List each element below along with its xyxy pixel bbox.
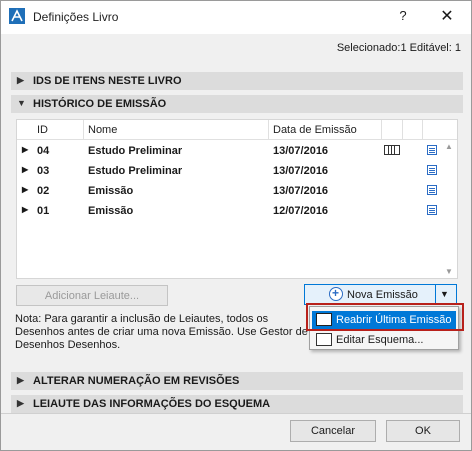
note-text: Nota: Para garantir a inclusão de Leiaut…	[15, 313, 308, 351]
section-numeracao-label: ALTERAR NUMERAÇÃO EM REVISÕES	[33, 375, 240, 387]
archicad-app-icon	[9, 8, 25, 24]
issue-document-icon[interactable]	[427, 165, 437, 175]
row-name: Emissão	[88, 205, 134, 217]
title-bar: Definições Livro ? ✕	[1, 1, 471, 34]
expanded-triangle-icon: ▼	[17, 98, 26, 108]
row-id: 01	[37, 205, 50, 217]
add-layout-button[interactable]: Adicionar Leiaute...	[16, 285, 168, 306]
highlight-box	[306, 303, 464, 331]
table-row[interactable]: ▶ 03 Estudo Preliminar 13/07/2016	[17, 161, 441, 181]
selection-info: Selecionado:1 Editável: 1	[336, 42, 461, 54]
edit-scheme-icon	[316, 333, 332, 346]
issue-document-icon[interactable]	[427, 185, 437, 195]
collapsed-triangle-icon: ▶	[17, 398, 24, 408]
row-id: 02	[37, 185, 50, 197]
column-divider	[422, 120, 423, 140]
row-expand-icon[interactable]: ▶	[22, 185, 28, 194]
table-row[interactable]: ▶ 04 Estudo Preliminar 13/07/2016	[17, 141, 441, 161]
new-issue-label: Nova Emissão	[347, 289, 418, 301]
scroll-up-icon[interactable]: ▲	[445, 142, 453, 151]
section-numeracao-header[interactable]: ▶ ALTERAR NUMERAÇÃO EM REVISÕES	[11, 372, 463, 390]
column-divider	[381, 120, 382, 140]
row-date: 12/07/2016	[273, 205, 329, 217]
new-issue-icon	[329, 286, 343, 301]
scroll-down-icon[interactable]: ▼	[445, 267, 453, 276]
table-row[interactable]: ▶ 02 Emissão 13/07/2016	[17, 181, 441, 201]
collapsed-triangle-icon: ▶	[17, 75, 24, 85]
row-name: Emissão	[88, 185, 134, 197]
column-header-id[interactable]: ID	[37, 124, 48, 136]
row-expand-icon[interactable]: ▶	[22, 205, 28, 214]
section-ids-header[interactable]: ▶ IDS DE ITENS NESTE LIVRO	[11, 72, 463, 90]
row-expand-icon[interactable]: ▶	[22, 145, 28, 154]
close-button[interactable]: ✕	[435, 6, 459, 28]
column-header-date[interactable]: Data de Emissão	[273, 124, 357, 136]
section-historico-header[interactable]: ▼ HISTÓRICO DE EMISSÃO	[11, 95, 463, 113]
row-date: 13/07/2016	[273, 165, 329, 177]
new-issue-split-button[interactable]: Nova Emissão ▼	[304, 284, 457, 305]
section-historico-label: HISTÓRICO DE EMISSÃO	[33, 98, 167, 110]
layout-book-icon	[384, 145, 400, 155]
column-divider	[402, 120, 403, 140]
table-row[interactable]: ▶ 01 Emissão 12/07/2016	[17, 201, 441, 221]
chevron-down-icon[interactable]: ▼	[440, 289, 449, 299]
footer-divider	[1, 413, 471, 414]
column-divider	[268, 120, 269, 140]
column-divider	[83, 120, 84, 140]
column-header-name[interactable]: Nome	[88, 124, 117, 136]
row-name: Estudo Preliminar	[88, 165, 183, 177]
section-leiaute-label: LEIAUTE DAS INFORMAÇÕES DO ESQUEMA	[33, 398, 271, 410]
row-date: 13/07/2016	[273, 185, 329, 197]
row-date: 13/07/2016	[273, 145, 329, 157]
collapsed-triangle-icon: ▶	[17, 375, 24, 385]
table-header: ID Nome Data de Emissão	[17, 120, 457, 140]
issue-document-icon[interactable]	[427, 145, 437, 155]
table-scrollbar[interactable]: ▲ ▼	[441, 140, 457, 278]
window-title: Definições Livro	[33, 10, 119, 24]
cancel-button[interactable]: Cancelar	[290, 420, 376, 442]
menu-item-label: Editar Esquema...	[336, 334, 424, 346]
split-divider	[435, 285, 436, 304]
help-button[interactable]: ?	[393, 8, 413, 26]
menu-item-edit-scheme[interactable]: Editar Esquema...	[312, 331, 456, 349]
ok-button[interactable]: OK	[386, 420, 460, 442]
section-leiaute-header[interactable]: ▶ LEIAUTE DAS INFORMAÇÕES DO ESQUEMA	[11, 395, 463, 413]
row-expand-icon[interactable]: ▶	[22, 165, 28, 174]
row-name: Estudo Preliminar	[88, 145, 183, 157]
row-id: 03	[37, 165, 50, 177]
issue-document-icon[interactable]	[427, 205, 437, 215]
issue-history-table: ID Nome Data de Emissão ▶ 04 Estudo Prel…	[16, 119, 458, 279]
dialog-window: Definições Livro ? ✕ Selecionado:1 Editá…	[0, 0, 472, 451]
section-ids-label: IDS DE ITENS NESTE LIVRO	[33, 75, 182, 87]
row-id: 04	[37, 145, 50, 157]
